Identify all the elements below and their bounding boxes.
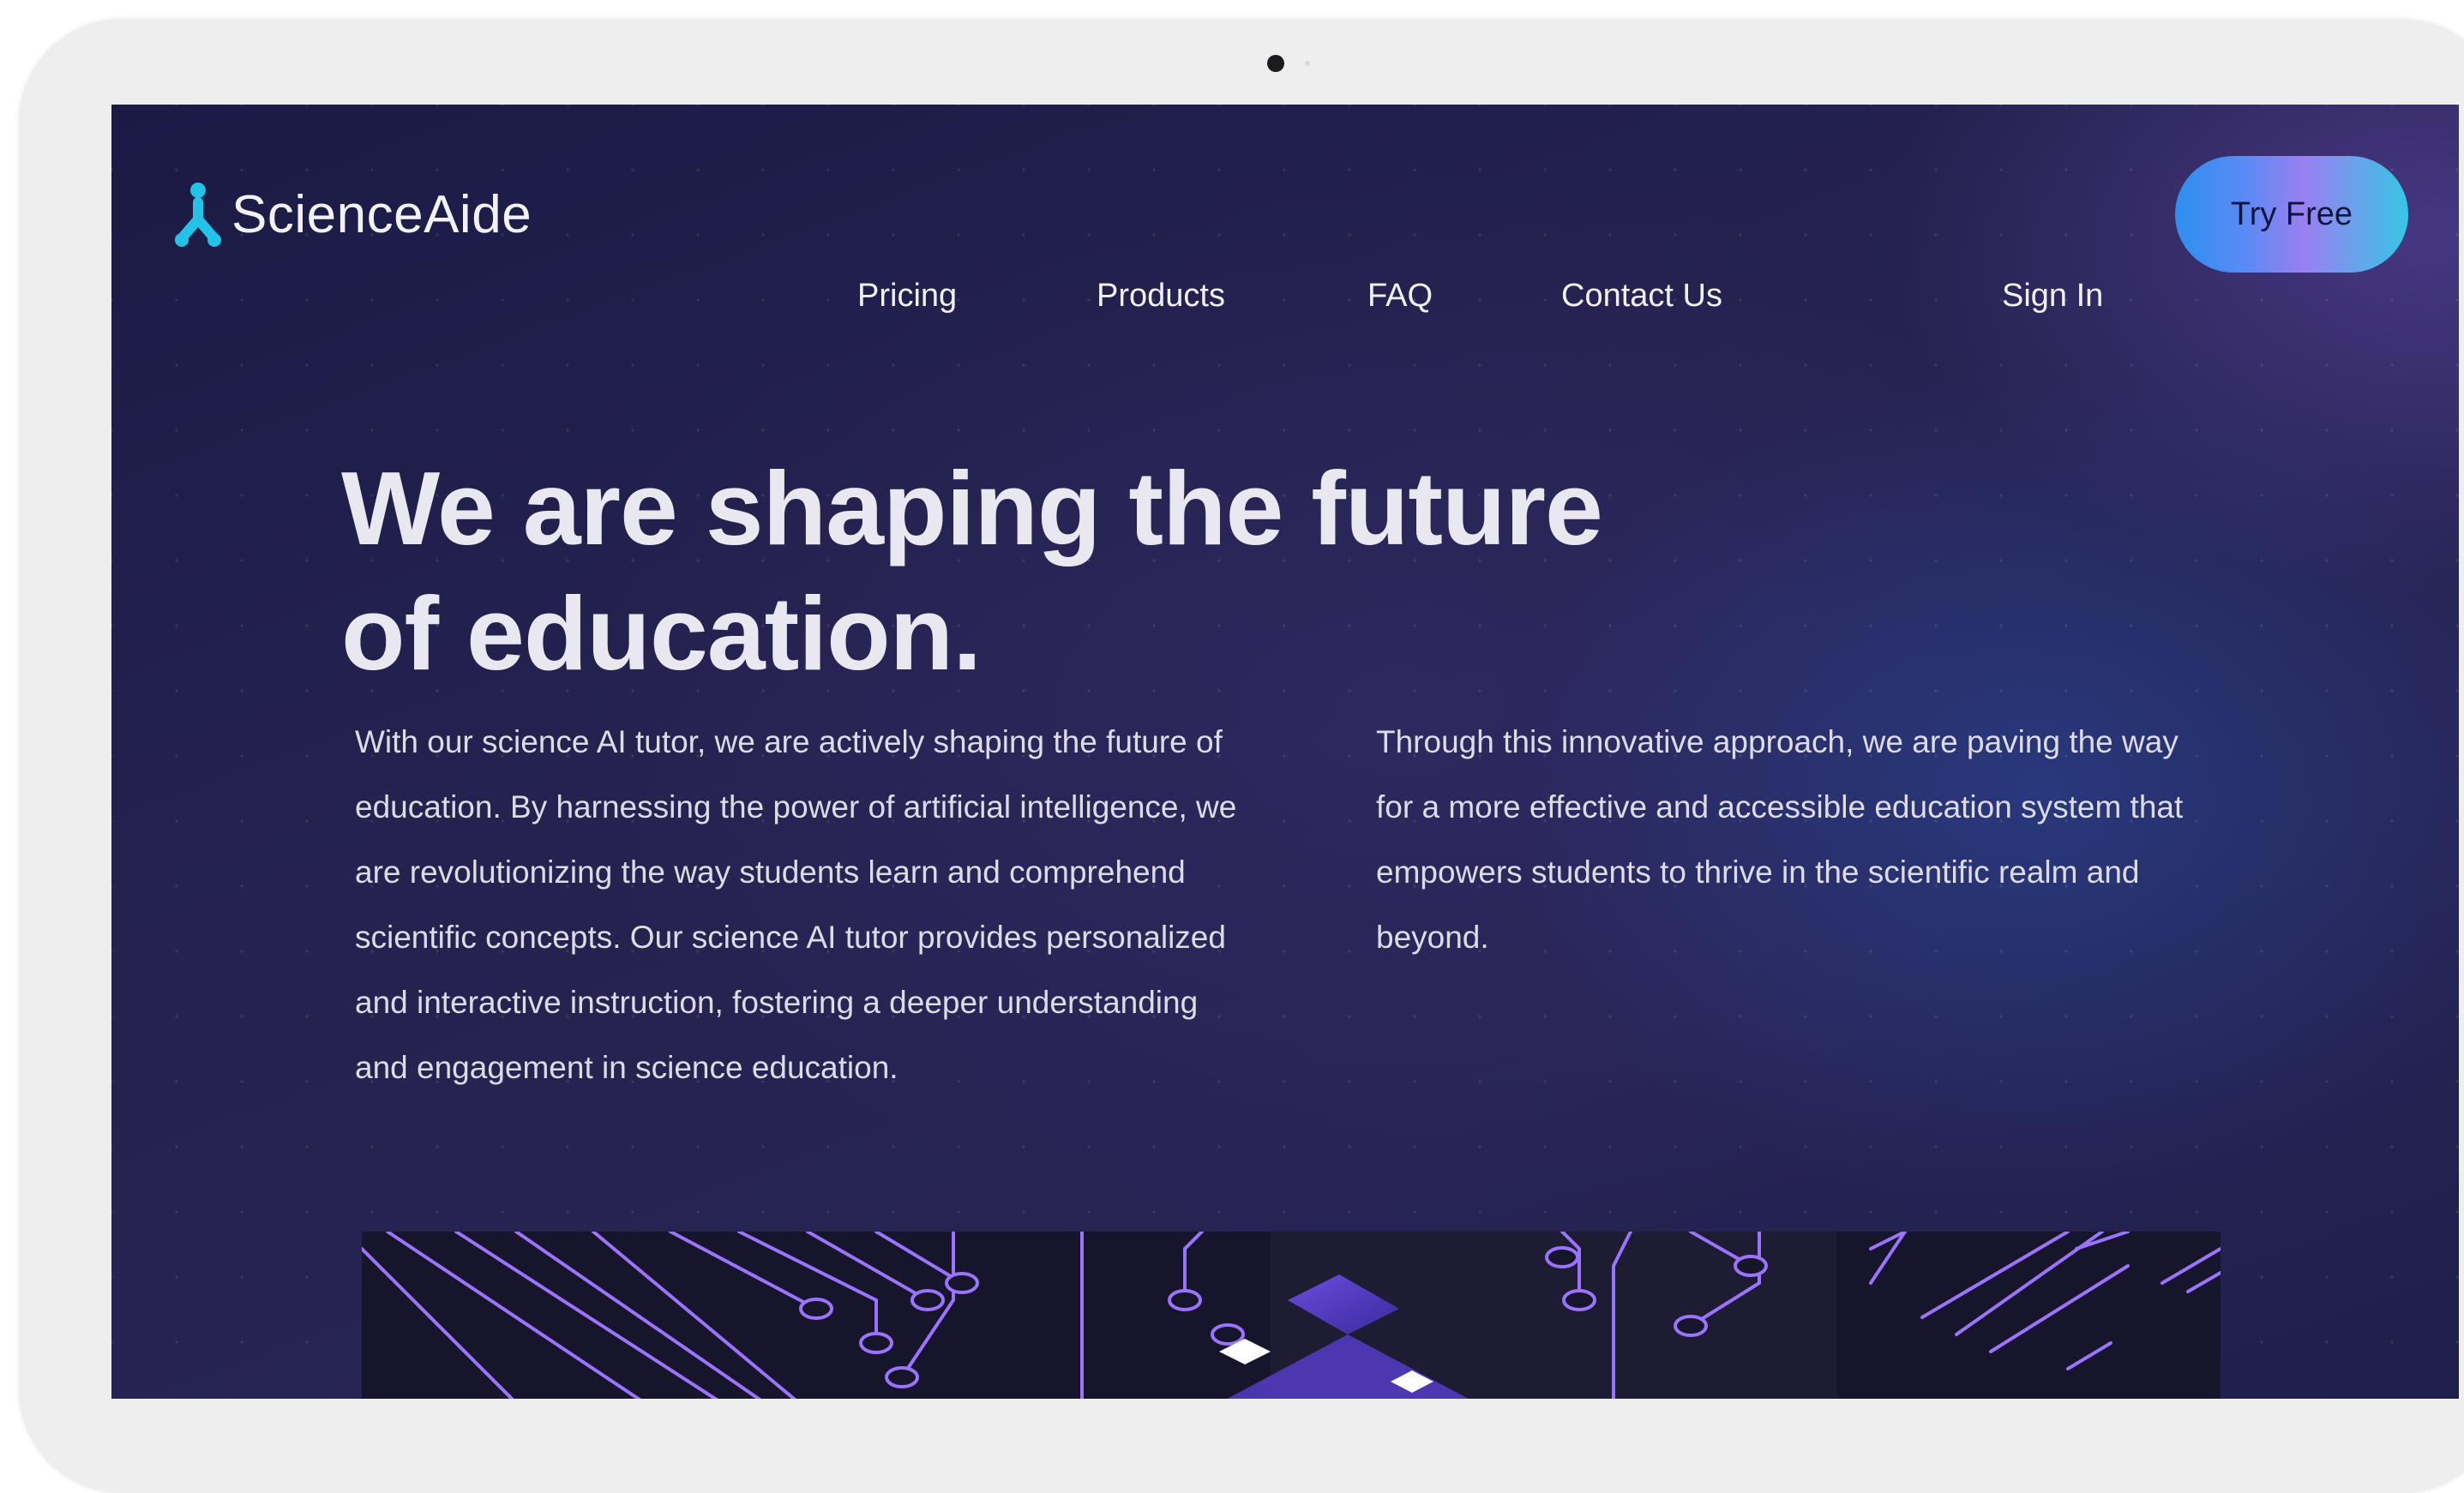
nav-link-pricing[interactable]: Pricing	[857, 278, 957, 315]
person-logo-icon	[175, 183, 221, 247]
try-free-button[interactable]: Try Free	[2175, 156, 2408, 273]
hero-paragraph-right: Through this innovative approach, we are…	[1376, 724, 2184, 955]
device-frame: ScienceAide Pricing Products FAQ Contact…	[19, 19, 2464, 1493]
hero-headline-line1: We are shaping the future	[341, 450, 1603, 567]
nav-link-contact-us[interactable]: Contact Us	[1561, 278, 1722, 315]
brand-name: ScienceAide	[231, 184, 532, 245]
nav-link-faq[interactable]: FAQ	[1367, 278, 1433, 315]
sign-in-link[interactable]: Sign In	[2002, 278, 2103, 315]
screen: ScienceAide Pricing Products FAQ Contact…	[111, 105, 2459, 1399]
camera-sensor-icon	[1305, 61, 1310, 66]
brand-name-part1: Science	[231, 184, 424, 244]
camera-icon	[1267, 55, 1284, 72]
circuit-board-image	[362, 1232, 2221, 1399]
circuit-lines	[362, 1232, 2221, 1399]
hero-paragraph-left: With our science AI tutor, we are active…	[355, 724, 1237, 1085]
brand-logo[interactable]: ScienceAide	[171, 180, 532, 249]
nav-link-products[interactable]: Products	[1097, 278, 1225, 315]
hero-headline-line2: of education.	[341, 575, 982, 692]
hero-headline: We are shaping the future of education.	[341, 446, 1884, 696]
brand-name-part2: Aide	[424, 184, 532, 244]
